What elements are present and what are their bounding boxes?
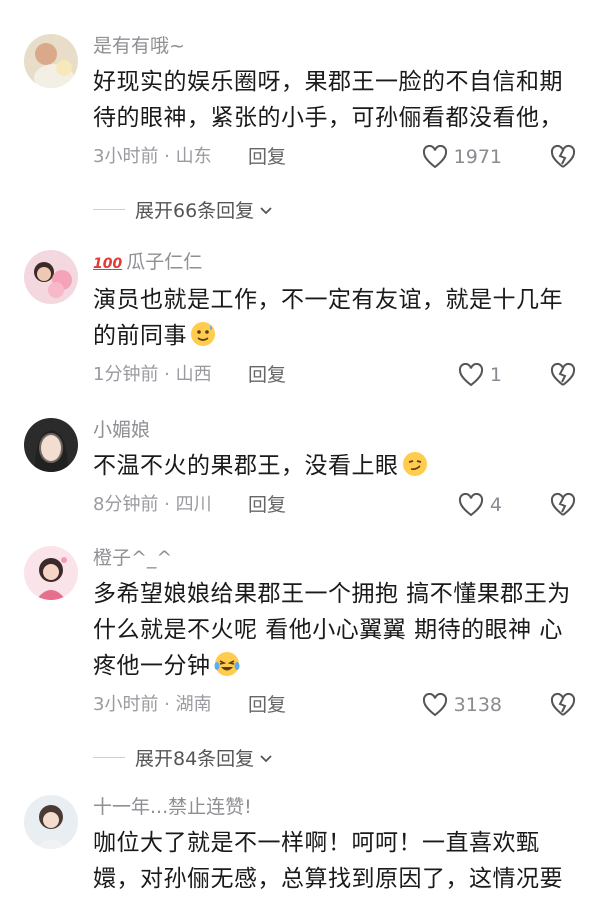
broken-heart-icon[interactable] <box>550 692 576 718</box>
avatar[interactable] <box>24 34 78 88</box>
heart-icon <box>458 363 483 387</box>
comment-text: 多希望娘娘给果郡王一个拥抱 搞不懂果郡王为什么就是不火呢 看他小心翼翼 期待的眼… <box>93 581 571 679</box>
time-location: 3小时前 · 湖南 <box>93 694 212 715</box>
comment-text: 咖位大了就是不一样啊！呵呵！一直喜欢甄嬛，对孙俪无感，总算找到原因了，这情况要 <box>93 830 563 892</box>
comment-meta: 8分钟前 · 四川 回复 4 <box>93 488 576 522</box>
comment-body: 十一年...禁止连赞! 咖位大了就是不一样啊！呵呵！一直喜欢甄嬛，对孙俪无感，总… <box>93 795 576 897</box>
username[interactable]: 十一年...禁止连赞! <box>93 795 576 819</box>
like-button[interactable]: 4 <box>458 488 502 522</box>
chevron-down-icon <box>260 206 272 214</box>
divider-line <box>93 757 125 758</box>
expand-replies-button[interactable]: 展开66条回复 <box>93 196 274 223</box>
like-count: 1971 <box>453 146 502 168</box>
username[interactable]: 小媚娘 <box>93 418 576 442</box>
comment-meta: 3小时前 · 湖南 回复 3138 <box>93 688 576 722</box>
time-location: 1分钟前 · 山西 <box>93 364 212 385</box>
broken-heart-icon[interactable] <box>550 362 576 388</box>
avatar[interactable] <box>24 795 78 849</box>
comment-body: 是有有哦~ 好现实的娱乐圈呀，果郡王一脸的不自信和期待的眼神，紧张的小手，可孙俪… <box>93 34 576 174</box>
sweat-smile-emoji <box>191 322 215 346</box>
like-button[interactable]: 1971 <box>422 140 502 174</box>
expand-replies-button[interactable]: 展开84条回复 <box>93 744 274 771</box>
divider-line <box>93 209 125 210</box>
username[interactable]: 瓜子仁仁 <box>126 251 202 273</box>
like-count: 3138 <box>453 694 502 716</box>
reply-button[interactable]: 回复 <box>248 488 286 522</box>
hundred-points-badge: 100 <box>93 256 123 272</box>
expand-label: 展开84条回复 <box>135 748 255 770</box>
time-location: 3小时前 · 山东 <box>93 146 212 167</box>
laughing-tears-emoji <box>214 652 239 676</box>
avatar[interactable] <box>24 250 78 304</box>
comment-text: 演员也就是工作，不一定有友谊，就是十几年的前同事 <box>93 287 563 349</box>
username[interactable]: 是有有哦~ <box>93 34 576 58</box>
comment-meta: 3小时前 · 山东 回复 1971 <box>93 140 576 174</box>
comment-text: 不温不火的果郡王，没看上眼 <box>93 448 576 484</box>
broken-heart-icon[interactable] <box>550 144 576 170</box>
like-button[interactable]: 3138 <box>422 688 502 722</box>
smirk-emoji <box>402 452 427 476</box>
comment-meta: 1分钟前 · 山西 回复 1 <box>93 358 576 392</box>
like-button[interactable]: 1 <box>458 358 502 392</box>
expand-label: 展开66条回复 <box>135 200 255 222</box>
reply-button[interactable]: 回复 <box>248 358 286 392</box>
broken-heart-icon[interactable] <box>550 492 576 518</box>
heart-icon <box>422 145 447 169</box>
avatar[interactable] <box>24 418 78 472</box>
comment-body: 橙子^_^ 多希望娘娘给果郡王一个拥抱 搞不懂果郡王为什么就是不火呢 看他小心翼… <box>93 546 576 722</box>
time-location: 8分钟前 · 四川 <box>93 494 212 515</box>
avatar[interactable] <box>24 546 78 600</box>
comment-body: 100 瓜子仁仁 演员也就是工作，不一定有友谊，就是十几年的前同事 1分钟前 · … <box>93 250 576 392</box>
comment-text: 好现实的娱乐圈呀，果郡王一脸的不自信和期待的眼神，紧张的小手，可孙俪看都没看他， <box>93 69 563 131</box>
chevron-down-icon <box>260 754 272 762</box>
like-count: 1 <box>489 364 502 386</box>
heart-icon <box>458 493 483 517</box>
comment-body: 小媚娘 不温不火的果郡王，没看上眼 8分钟前 · 四川 回复 4 <box>93 418 576 522</box>
heart-icon <box>422 693 447 717</box>
like-count: 4 <box>489 494 502 516</box>
reply-button[interactable]: 回复 <box>248 140 286 174</box>
reply-button[interactable]: 回复 <box>248 688 286 722</box>
username[interactable]: 橙子^_^ <box>93 546 576 570</box>
